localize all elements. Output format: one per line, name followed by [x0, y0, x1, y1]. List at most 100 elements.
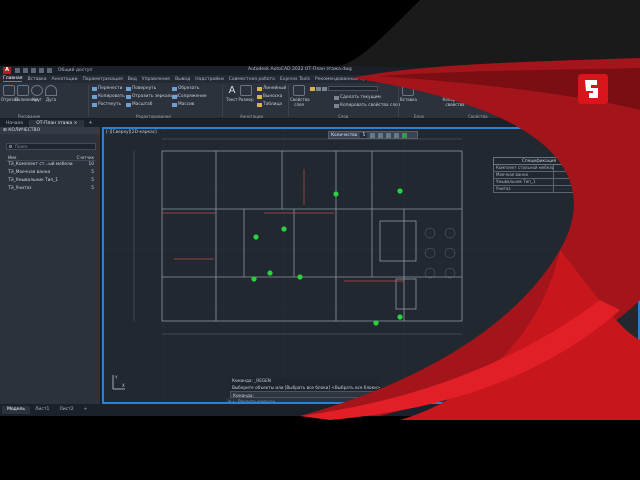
array-button[interactable]: Массив — [172, 102, 194, 107]
circle-icon — [31, 85, 43, 96]
drawing-viewport[interactable]: [-][Сверху][2D-каркас] Количество 5 Спец… — [102, 127, 640, 404]
ribbon-group-layers: Свойства слоя Сделать текущим Копировать… — [290, 83, 400, 119]
autocad-logo-icon[interactable]: A — [3, 67, 11, 74]
autocad-window: A Общий доступ Autodesk AutoCAD 2022 ОТ-… — [0, 66, 640, 416]
tab-parametric[interactable]: Параметризация — [83, 77, 123, 82]
fillet-icon — [172, 94, 177, 99]
polyline-icon — [17, 85, 29, 96]
table-row[interactable]: ТЭ_Унитаз 5 — [6, 185, 96, 193]
tab-start[interactable]: Начало — [0, 120, 31, 127]
new-icon[interactable] — [15, 68, 20, 73]
leader-button[interactable]: Выноска — [257, 94, 282, 99]
spec-row: Унитаз — [493, 186, 585, 193]
tab-layout2[interactable]: Лист2 — [54, 406, 78, 414]
tab-model[interactable]: Модель — [2, 406, 31, 414]
search-placeholder: Поиск — [15, 144, 28, 149]
new-tab-button[interactable]: + — [84, 120, 96, 127]
save-icon[interactable] — [31, 68, 36, 73]
rotate-button[interactable]: Повернуть — [126, 86, 156, 91]
viewport-controls[interactable]: [-][Сверху][2D-каркас] — [106, 130, 157, 135]
scale-icon — [126, 102, 131, 107]
table-row[interactable]: ТЭ_Моечная ванна 5 — [6, 169, 96, 177]
tab-manage[interactable]: Управление — [142, 77, 170, 82]
stretch-button[interactable]: Растянуть — [92, 102, 121, 107]
tab-drawing[interactable]: ОТ-План этажа × — [30, 120, 85, 127]
brand-logo-icon — [578, 74, 608, 104]
ribbon-group-properties: Копировать свойства Свойства — [442, 83, 488, 119]
tab-addins[interactable]: Надстройки — [195, 77, 224, 82]
open-icon[interactable] — [23, 68, 28, 73]
leader-icon — [257, 94, 262, 99]
table-row[interactable]: ТЭ_Комплект ст...ый мебели 10 — [6, 161, 96, 169]
count-label: Количество — [331, 132, 358, 138]
move-icon — [92, 86, 97, 91]
group-divider — [88, 85, 89, 117]
svg-text:X: X — [122, 383, 125, 388]
arc-button[interactable]: Дуга — [43, 85, 59, 102]
text-icon: A — [228, 85, 236, 96]
tab-express-tools[interactable]: Express Tools — [280, 77, 310, 82]
spec-row: Умывальник Тип_1 — [493, 179, 585, 186]
lightbulb-icon — [310, 86, 315, 91]
tab-collaborate[interactable]: Совместная работа — [229, 77, 275, 82]
specification-table[interactable]: Спецификация Комплект стальной мебели Мо… — [493, 157, 585, 193]
ribbon-group-block: Вставка Блок — [400, 83, 440, 119]
layer-properties-button[interactable]: Свойства слоя — [290, 85, 310, 107]
command-history: Команда: _REGEN Выберите объекты или [Вы… — [230, 377, 380, 398]
add-layout-button[interactable]: + — [79, 406, 93, 414]
trim-button[interactable]: Обрезать — [172, 86, 199, 91]
tab-output[interactable]: Вывод — [175, 77, 190, 82]
spec-title: Спецификация — [493, 157, 585, 165]
tab-home[interactable]: Главная — [3, 76, 23, 82]
scale-button[interactable]: Масштаб — [126, 102, 152, 107]
copy-button[interactable]: Копировать — [92, 94, 125, 99]
tab-layout1[interactable]: Лист1 — [30, 406, 54, 414]
svg-text:Y: Y — [114, 375, 118, 380]
mirror-icon — [126, 94, 131, 99]
table-button[interactable]: Таблица — [257, 102, 282, 107]
tab-insert[interactable]: Вставка — [27, 77, 46, 82]
search-input[interactable]: Поиск — [6, 143, 96, 150]
group-divider — [222, 85, 223, 117]
ribbon-group-modify: Перенести Копировать Растянуть Повернуть… — [90, 83, 210, 119]
undo-icon[interactable] — [39, 68, 44, 73]
insert-table-icon[interactable] — [394, 132, 400, 138]
command-line: Выберите объекты или [Выбрать все блоки]… — [230, 384, 380, 391]
linear-icon — [257, 86, 262, 91]
info-icon[interactable] — [370, 132, 376, 138]
insert-block-button[interactable]: Вставка — [400, 85, 417, 102]
column-count[interactable]: Счетчик — [77, 155, 94, 160]
command-line: Команда: _REGEN — [230, 377, 380, 384]
previous-icon[interactable] — [378, 132, 384, 138]
count-palette: ⊞ КОЛИЧЕСТВО Поиск Имя Счетчик ТЭ_Компле… — [0, 127, 101, 404]
column-name[interactable]: Имя — [8, 155, 16, 160]
match-properties-button[interactable]: Копировать свойства — [442, 85, 468, 107]
layer-select[interactable] — [328, 86, 378, 91]
arc-icon — [45, 85, 57, 96]
ucs-icon: Y X — [112, 375, 125, 390]
table-row[interactable]: ТЭ_Умывальник Тип_1 5 — [6, 177, 96, 185]
tab-annotate[interactable]: Аннотации — [52, 77, 78, 82]
match-layer-button[interactable]: Копировать свойства слоя — [334, 103, 400, 108]
trim-icon — [172, 86, 177, 91]
close-count-icon[interactable] — [402, 132, 408, 138]
tab-featured-apps[interactable]: Рекомендованные приложения — [315, 77, 390, 82]
array-icon — [172, 102, 177, 107]
make-current-button[interactable]: Сделать текущим — [334, 95, 381, 100]
share-button[interactable]: Общий доступ — [58, 68, 92, 73]
group-divider — [398, 85, 399, 117]
tab-view[interactable]: Вид — [128, 77, 137, 82]
fillet-button[interactable]: Сопряжение — [172, 94, 207, 99]
redo-icon[interactable] — [47, 68, 52, 73]
tab-spds[interactable]: СПДС — [395, 77, 408, 82]
mirror-button[interactable]: Отразить зеркально — [126, 94, 178, 99]
layer-dropdown[interactable] — [310, 86, 378, 91]
count-table: Имя Счетчик ТЭ_Комплект ст...ый мебели 10… — [6, 155, 96, 193]
next-icon[interactable] — [386, 132, 392, 138]
move-button[interactable]: Перенести — [92, 86, 122, 91]
layout-tabs: Модель Лист1 Лист2 + — [0, 404, 640, 416]
dimension-button[interactable]: Размер — [238, 85, 254, 102]
close-icon[interactable]: × — [74, 121, 78, 126]
linear-dimension-button[interactable]: Линейный — [257, 86, 286, 91]
command-prompt[interactable]: Команда: — [230, 391, 380, 398]
